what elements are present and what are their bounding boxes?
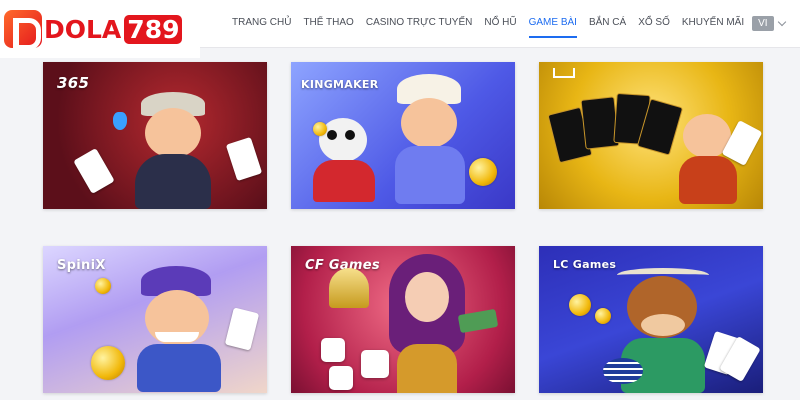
boy-character-illustration [391, 74, 471, 204]
site-logo[interactable]: DOLA 789 [0, 0, 200, 58]
game-card-spinix[interactable]: SpiniX [43, 246, 267, 393]
nav-item-fishing[interactable]: BẮN CÁ [583, 0, 632, 46]
nav-item-card-games[interactable]: GAME BÀI [523, 0, 583, 46]
nav-item-lottery[interactable]: XỔ SỐ [632, 0, 676, 46]
game-card-gold-poker[interactable] [539, 62, 763, 209]
provider-logo-lc-games: LC Games [553, 258, 617, 271]
woman-character-illustration [385, 254, 469, 393]
game-card-lc-games[interactable]: LC Games [539, 246, 763, 393]
top-navigation-bar: DOLA 789 TRANG CHỦ THỂ THAO CASINO TRỰC T… [0, 0, 800, 58]
dice-cup-icon [329, 268, 369, 308]
mascot-illustration [679, 114, 737, 204]
nav-item-promotions[interactable]: KHUYẾN MÃI [676, 0, 750, 46]
coin-icon [91, 346, 125, 380]
playing-card-icon [73, 148, 115, 194]
nav-item-sports[interactable]: THỂ THAO [297, 0, 359, 46]
game-card-365[interactable]: 365 [43, 62, 267, 209]
dice-icon [329, 366, 353, 390]
dice-icon [361, 350, 389, 378]
game-card-kingmaker[interactable]: KINGMAKER [291, 62, 515, 209]
main-nav: TRANG CHỦ THỂ THAO CASINO TRỰC TUYẾN NỔ … [226, 0, 786, 46]
coin-icon [469, 158, 497, 186]
coin-icon [569, 294, 591, 316]
provider-logo-spinix: SpiniX [57, 258, 106, 273]
coin-icon [95, 278, 111, 294]
chip-stack-icon [603, 358, 643, 384]
character-illustration [131, 262, 231, 392]
chevron-down-icon [777, 17, 786, 26]
coin-icon [313, 122, 327, 136]
crown-icon [553, 68, 575, 78]
mascot-illustration [131, 92, 221, 209]
dice-icon [321, 338, 345, 362]
game-card-cf-games[interactable]: CF Games [291, 246, 515, 393]
coin-icon [595, 308, 611, 324]
logo-number: 789 [124, 14, 183, 44]
provider-logo-365: 365 [57, 74, 90, 92]
blue-gem-icon [113, 112, 127, 130]
logo-wordmark: DOLA 789 [44, 14, 183, 44]
language-selector[interactable]: VI [752, 15, 786, 31]
logo-text: DOLA [44, 14, 122, 44]
nav-item-home[interactable]: TRANG CHỦ [226, 0, 297, 46]
logo-mark-icon [4, 10, 42, 50]
language-value: VI [752, 15, 774, 31]
nav-item-live-casino[interactable]: CASINO TRỰC TUYẾN [360, 0, 479, 46]
playing-card-icon [225, 136, 263, 182]
provider-logo-kingmaker: KINGMAKER [301, 78, 379, 91]
nav-item-slots[interactable]: NỔ HŨ [478, 0, 522, 46]
